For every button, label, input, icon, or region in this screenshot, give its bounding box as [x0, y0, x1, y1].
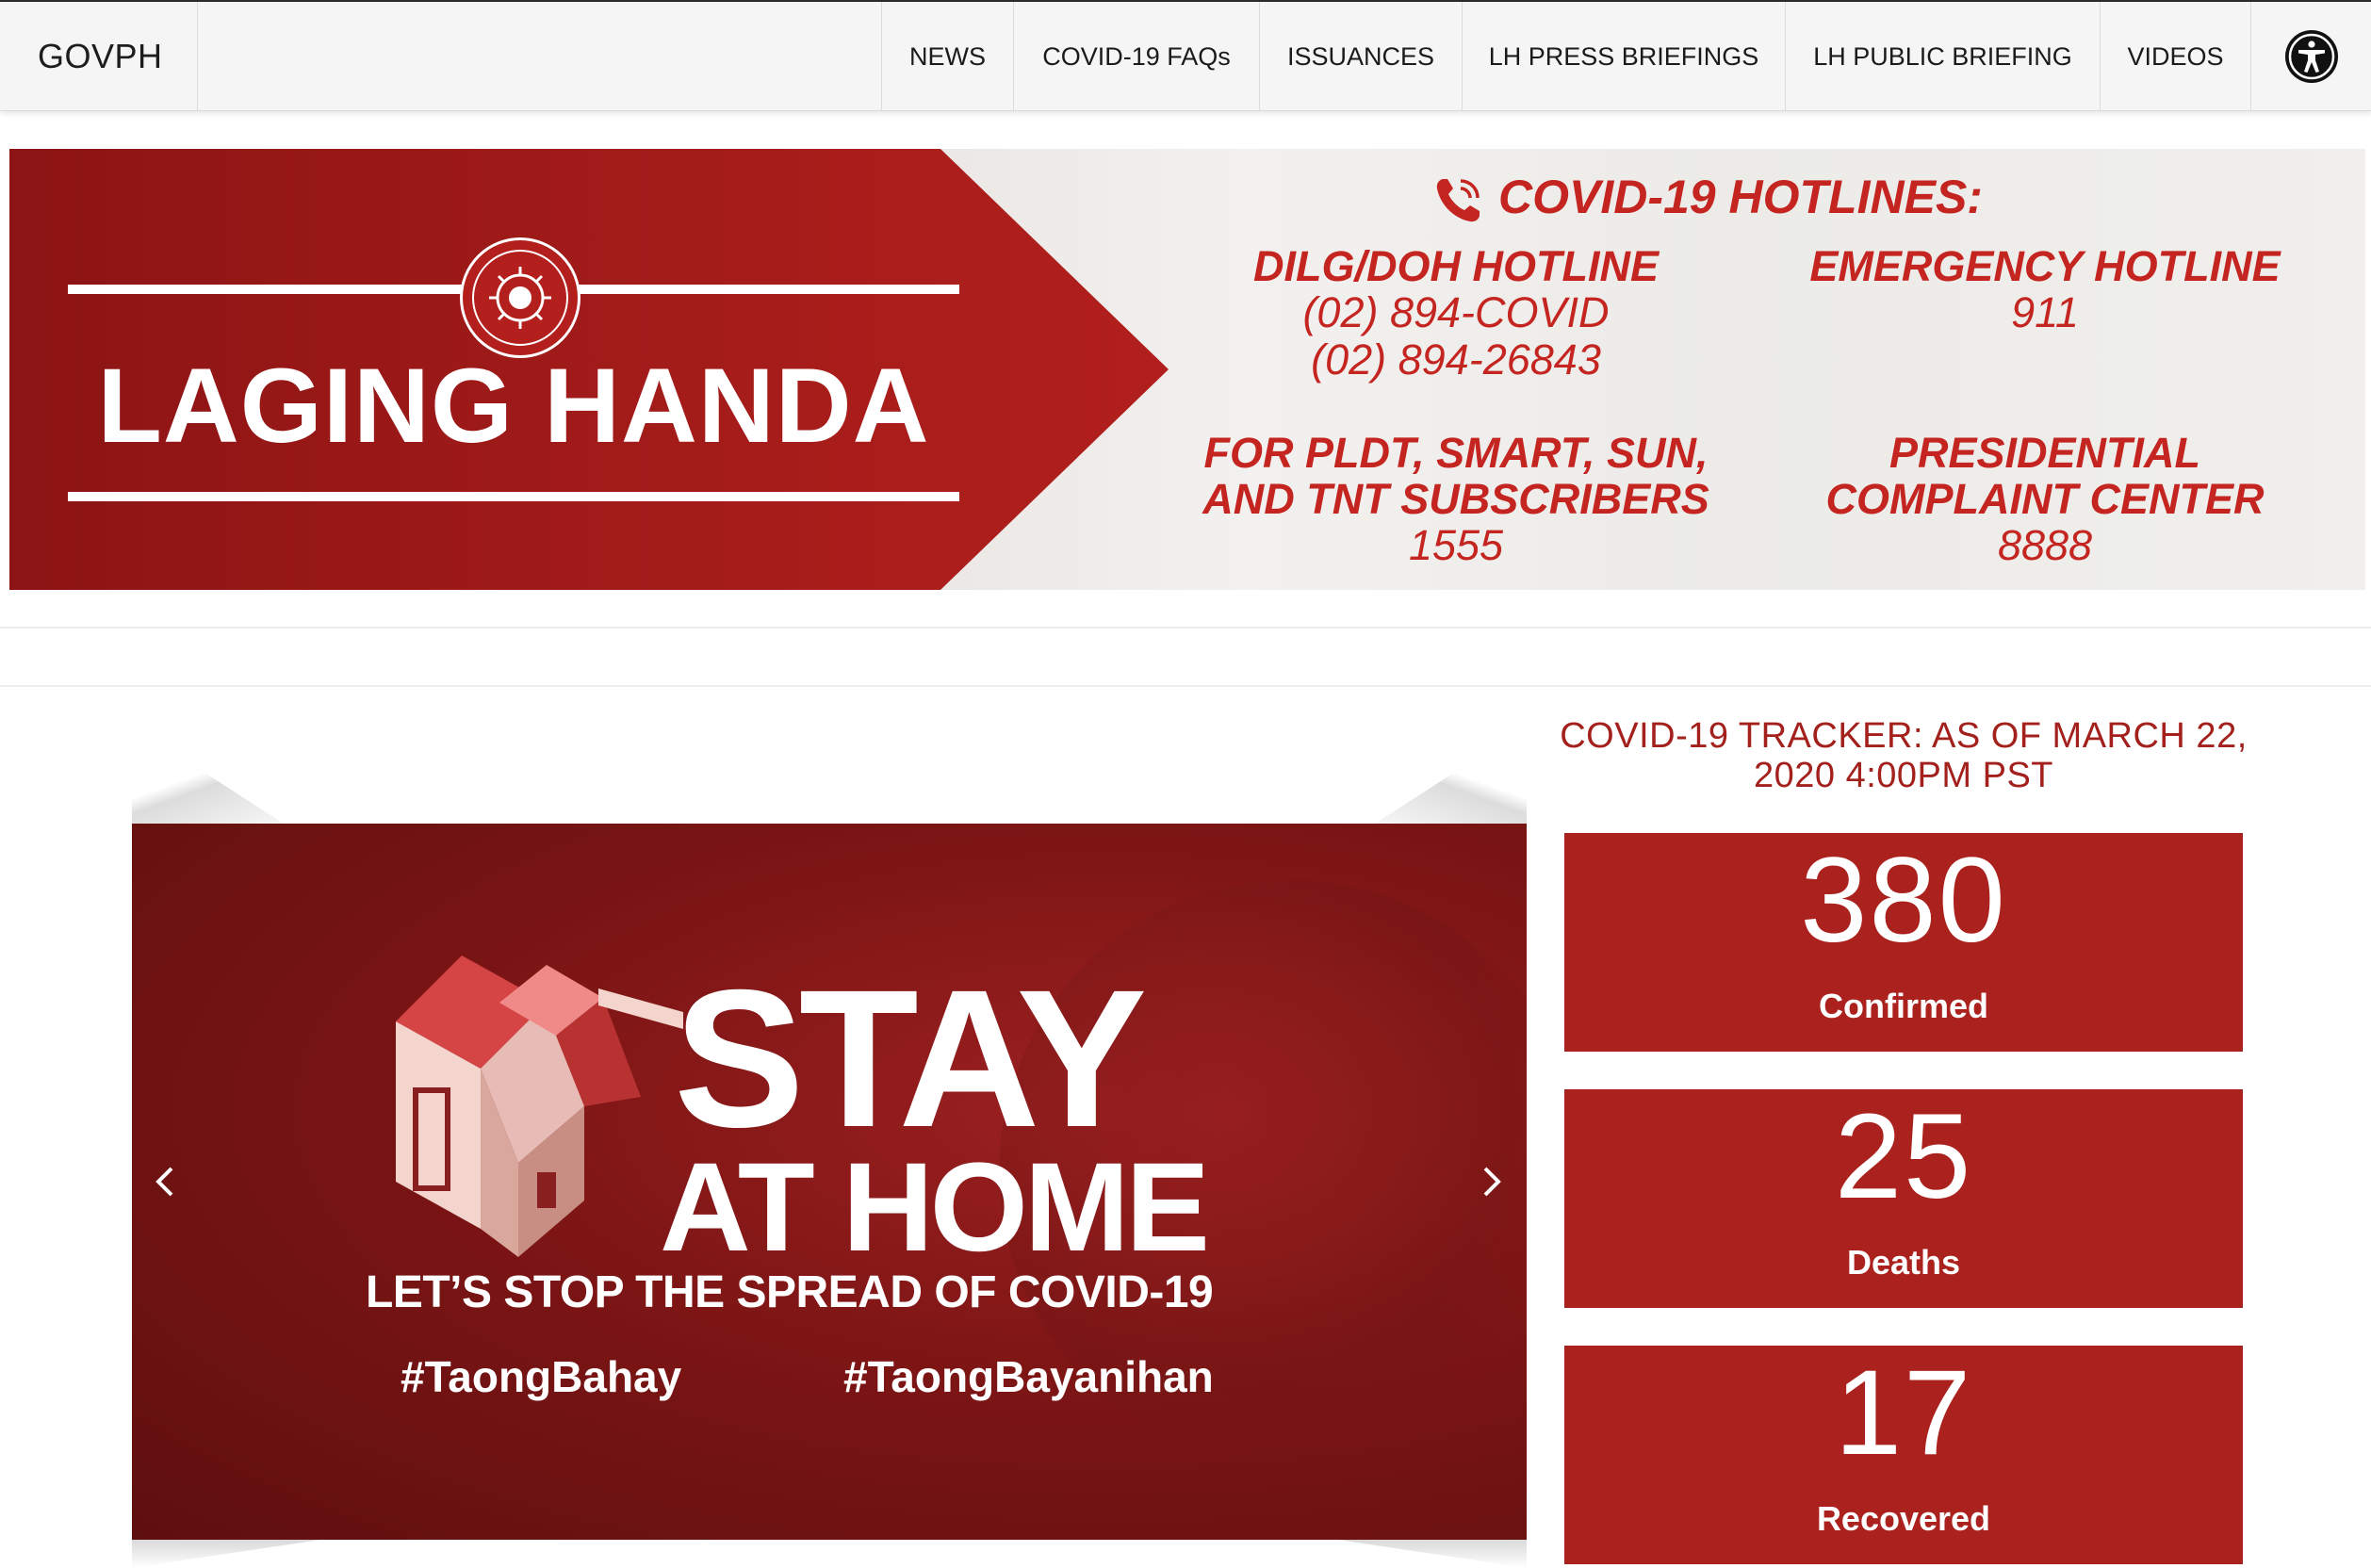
stat-value: 380: [1800, 833, 2007, 968]
carousel-shadow: [132, 726, 292, 829]
accessibility-button[interactable]: [2250, 2, 2371, 111]
hotline-number: (02) 894-COVID: [1302, 288, 1610, 336]
top-navigation: GOVPH NEWS COVID-19 FAQs ISSUANCES LH PR…: [0, 0, 2371, 111]
slide-headline-at-home: AT HOME: [660, 1137, 1210, 1278]
hotline-number: (02) 894-26843: [1311, 335, 1601, 384]
section-divider: [0, 627, 2371, 629]
govph-logo-link[interactable]: GOVPH: [0, 2, 198, 111]
hotline-heading: PRESIDENTIAL: [1889, 429, 2201, 477]
hotline-number: 911: [2011, 288, 2079, 336]
hashtag-taong-bayanihan: #TaongBayanihan: [843, 1352, 1214, 1401]
slide-headline-stay: STAY: [674, 950, 1147, 1168]
banner-title: LAGING HANDA: [97, 347, 930, 465]
hotline-number: 1555: [1408, 521, 1504, 569]
laging-handa-banner[interactable]: LAGING HANDA COVID-19 HOTLINES: DILG/DOH…: [9, 149, 2365, 590]
presidential-communications-seal-icon: [460, 237, 580, 358]
carousel-shadow: [132, 1540, 320, 1568]
carousel-next-button[interactable]: [1468, 1144, 1515, 1219]
house-icon: [396, 956, 683, 1257]
carousel-shadow: [1338, 1540, 1527, 1568]
nav-item-videos[interactable]: VIDEOS: [2100, 2, 2250, 111]
chevron-left-icon: [155, 1167, 173, 1197]
hotline-presidential-complaint-center: PRESIDENTIAL COMPLAINT CENTER 8888: [1762, 430, 2328, 569]
nav-item-news[interactable]: NEWS: [881, 2, 1013, 111]
section-divider: [0, 685, 2371, 687]
stat-value: 17: [1834, 1346, 1973, 1480]
hotline-dilg-doh: DILG/DOH HOTLINE (02) 894-COVID (02) 894…: [1169, 243, 1743, 384]
stat-confirmed: 380 Confirmed: [1564, 833, 2243, 1052]
nav-item-lh-press-briefings[interactable]: LH PRESS BRIEFINGS: [1462, 2, 1785, 111]
stay-at-home-carousel[interactable]: STAY AT HOME LET’S STOP THE SPREAD OF CO…: [132, 824, 1527, 1540]
hotline-heading: FOR PLDT, SMART, SUN,: [1203, 429, 1709, 477]
stat-label: Recovered: [1816, 1499, 1991, 1538]
hotline-heading: EMERGENCY HOTLINE: [1809, 242, 2281, 290]
nav-item-issuances[interactable]: ISSUANCES: [1259, 2, 1462, 111]
stat-label: Deaths: [1846, 1243, 1961, 1282]
hotline-emergency: EMERGENCY HOTLINE 911: [1753, 243, 2337, 336]
carousel-prev-button[interactable]: [141, 1144, 188, 1219]
hotlines-title: COVID-19 HOTLINES:: [1498, 171, 1983, 223]
stat-label: Confirmed: [1819, 987, 1988, 1025]
slide-subline: LET’S STOP THE SPREAD OF COVID-19: [366, 1267, 1214, 1317]
stat-value: 25: [1834, 1089, 1973, 1224]
nav-item-covid-faqs[interactable]: COVID-19 FAQs: [1013, 2, 1259, 111]
carousel-shadow: [1366, 726, 1527, 829]
hotline-heading: DILG/DOH HOTLINE: [1253, 242, 1659, 290]
chevron-right-icon: [1483, 1167, 1501, 1197]
hotline-pldt-smart-sun-tnt: FOR PLDT, SMART, SUN, AND TNT SUBSCRIBER…: [1159, 430, 1753, 569]
phone-icon: [1431, 173, 1485, 233]
nav-item-lh-public-briefing[interactable]: LH PUBLIC BRIEFING: [1785, 2, 2100, 111]
hotline-heading: COMPLAINT CENTER: [1825, 475, 2265, 523]
stat-deaths: 25 Deaths: [1564, 1089, 2243, 1308]
accessibility-icon: [2284, 30, 2338, 83]
stat-recovered: 17 Recovered: [1564, 1346, 2243, 1564]
covid-tracker-title: COVID-19 TRACKER: AS OF MARCH 22, 2020 4…: [1560, 716, 2248, 795]
hotline-heading: AND TNT SUBSCRIBERS: [1202, 475, 1709, 523]
hashtag-taong-bahay: #TaongBahay: [401, 1352, 682, 1401]
hotline-number: 8888: [1997, 521, 2093, 569]
banner-bottom-rule: [68, 492, 959, 501]
